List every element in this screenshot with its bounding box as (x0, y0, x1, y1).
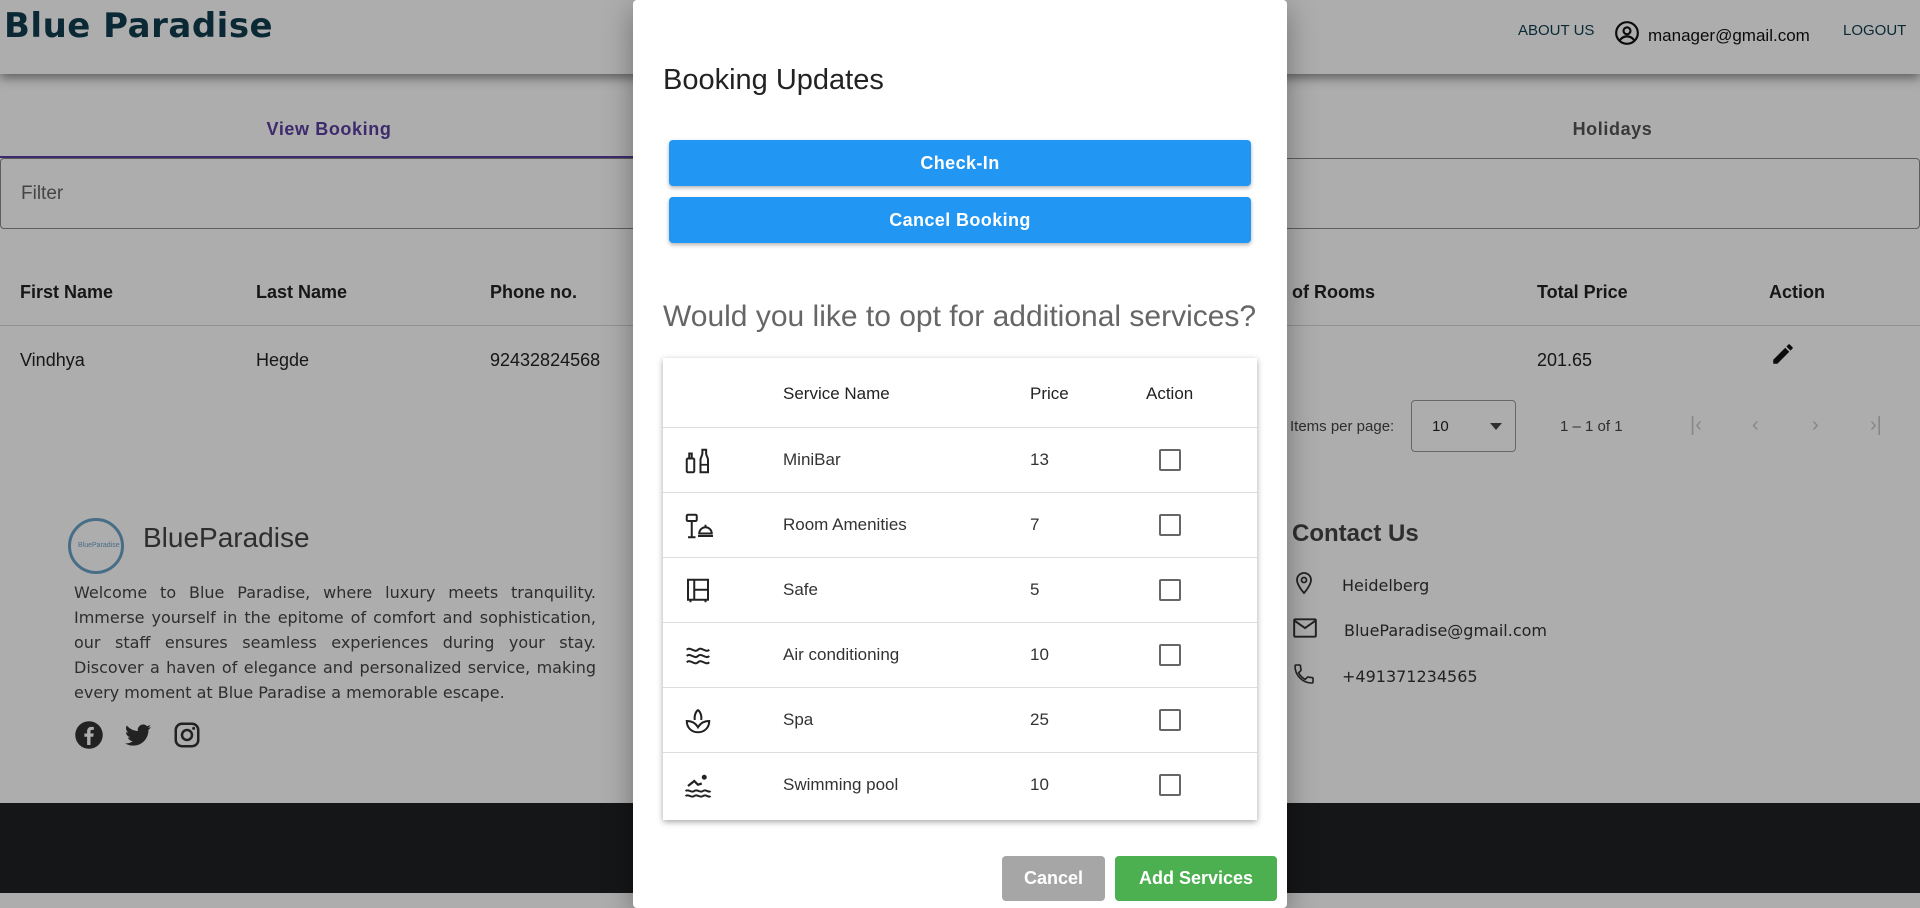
swimming-pool-icon (683, 771, 713, 801)
service-name: Spa (783, 710, 814, 729)
booking-updates-dialog: Booking Updates Check-In Cancel Booking … (633, 0, 1287, 908)
service-row-swimming-pool: Swimming pool 10 (663, 753, 1257, 818)
services-table: Service Name Price Action MiniBar 13 Roo… (663, 358, 1257, 820)
service-price: 13 (1030, 450, 1049, 469)
service-checkbox-swimming-pool[interactable] (1159, 774, 1181, 796)
dialog-title: Booking Updates (663, 64, 884, 96)
service-row-spa: Spa 25 (663, 688, 1257, 753)
service-checkbox-minibar[interactable] (1159, 449, 1181, 471)
safe-icon (683, 576, 713, 606)
service-checkbox-spa[interactable] (1159, 709, 1181, 731)
spa-icon (683, 706, 713, 736)
air-conditioning-icon (683, 641, 713, 671)
cancel-button[interactable]: Cancel (1002, 856, 1105, 901)
service-price: 25 (1030, 710, 1049, 729)
service-row-minibar: MiniBar 13 (663, 428, 1257, 493)
service-name: Safe (783, 580, 818, 599)
column-header-action: Action (1146, 384, 1194, 403)
column-header-service-name: Service Name (783, 384, 890, 403)
add-services-button[interactable]: Add Services (1115, 856, 1277, 901)
service-price: 7 (1030, 515, 1040, 534)
service-price: 10 (1030, 775, 1049, 794)
service-checkbox-safe[interactable] (1159, 579, 1181, 601)
service-price: 5 (1030, 580, 1040, 599)
service-row-safe: Safe 5 (663, 558, 1257, 623)
service-row-air-conditioning: Air conditioning 10 (663, 623, 1257, 688)
service-checkbox-air-conditioning[interactable] (1159, 644, 1181, 666)
services-table-header: Service Name Price Action (663, 358, 1257, 428)
service-row-room-amenities: Room Amenities 7 (663, 493, 1257, 558)
service-name: Air conditioning (783, 645, 900, 664)
service-name: Room Amenities (783, 515, 907, 534)
column-header-price: Price (1030, 384, 1069, 403)
service-name: Swimming pool (783, 775, 899, 794)
minibar-icon (683, 446, 713, 476)
service-price: 10 (1030, 645, 1049, 664)
services-question: Would you like to opt for additional ser… (663, 300, 1257, 333)
service-name: MiniBar (783, 450, 841, 469)
cancel-booking-button[interactable]: Cancel Booking (669, 197, 1251, 243)
service-checkbox-room-amenities[interactable] (1159, 514, 1181, 536)
room-amenities-icon (683, 511, 713, 541)
check-in-button[interactable]: Check-In (669, 140, 1251, 186)
